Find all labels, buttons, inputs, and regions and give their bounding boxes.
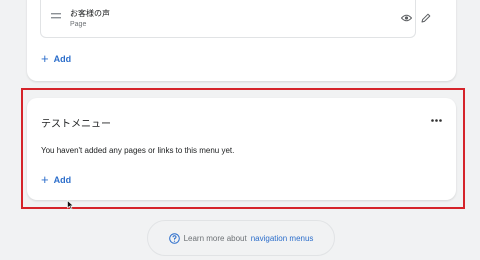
plus-icon: + <box>41 51 49 66</box>
add-menu-item-button[interactable]: + Add <box>41 52 71 65</box>
add-menu-item-button[interactable]: + Add <box>41 173 71 186</box>
drag-handle-icon[interactable] <box>51 13 61 19</box>
menu-item-row[interactable]: お客様の声 Page <box>40 0 431 38</box>
eye-icon[interactable] <box>401 14 412 22</box>
menu-card-previous: お客様の声 Page + Add <box>27 0 456 81</box>
help-circle-icon <box>168 232 180 244</box>
pencil-icon[interactable] <box>421 13 431 23</box>
more-horizontal-icon[interactable] <box>431 119 442 122</box>
learn-more-text: Learn more about <box>183 233 247 243</box>
menu-item-title: お客様の声 <box>70 9 110 18</box>
cursor-icon <box>67 200 74 210</box>
menu-item-type: Page <box>70 21 87 28</box>
empty-menu-message: You haven't added any pages or links to … <box>41 146 235 155</box>
add-label: Add <box>53 53 72 64</box>
menu-card-test: テストメニュー You haven't added any pages or l… <box>27 98 456 200</box>
menu-title: テストメニュー <box>41 119 111 130</box>
add-label: Add <box>53 174 72 185</box>
plus-icon: + <box>41 172 49 187</box>
learn-more-banner: Learn more about navigation menus <box>147 220 335 256</box>
navigation-menus-link[interactable]: navigation menus <box>251 234 314 243</box>
